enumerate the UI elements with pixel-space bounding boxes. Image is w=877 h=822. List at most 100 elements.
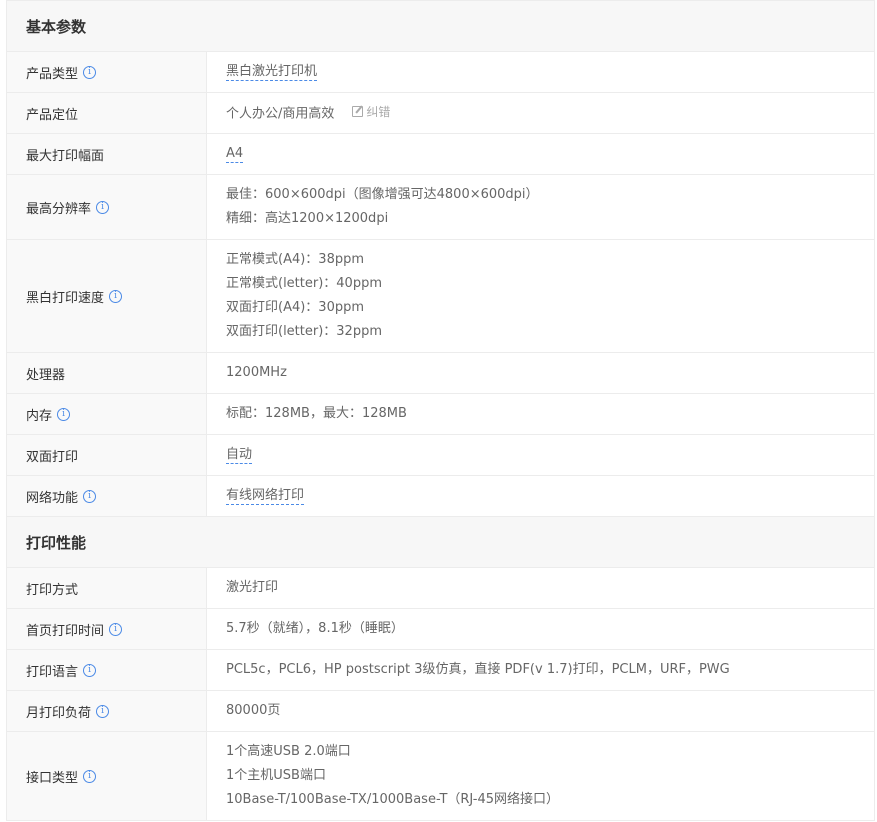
info-icon[interactable]: i — [96, 200, 110, 214]
spec-value-text: 最佳：600×600dpi（图像增强可达4800×600dpi） — [226, 187, 539, 202]
spec-value-line: 正常模式(letter)：40ppm — [226, 272, 855, 296]
info-icon[interactable]: i — [83, 663, 97, 677]
spec-value: 80000页 — [207, 691, 874, 731]
spec-label: 双面打印 — [7, 435, 207, 475]
spec-value-line: 自动 — [226, 443, 855, 467]
spec-value: 自动 — [207, 435, 874, 475]
spec-value-text: PCL5c，PCL6，HP postscript 3级仿真，直接 PDF(v 1… — [226, 662, 730, 677]
spec-value-link[interactable]: A4 — [226, 146, 244, 163]
spec-label-text: 内存 — [26, 408, 53, 424]
info-icon[interactable]: i — [109, 289, 123, 303]
spec-label: 接口类型 i — [7, 732, 207, 820]
spec-label-text: 月打印负荷 — [26, 705, 92, 721]
section-header: 基本参数 — [7, 1, 874, 52]
spec-value-text: 激光打印 — [226, 580, 279, 595]
spec-label-text: 最大打印幅面 — [26, 148, 105, 164]
spec-label: 打印语言 i — [7, 650, 207, 690]
spec-label: 产品定位 — [7, 93, 207, 133]
spec-value-line: 1200MHz — [226, 361, 855, 385]
spec-label: 首页打印时间 i — [7, 609, 207, 649]
spec-value-text: 个人办公/商用高效 — [226, 106, 335, 122]
spec-table: 基本参数 产品类型 i 黑白激光打印机 产品定位 个人办公/商用高效 纠错 最大打印幅面 A4 最… — [6, 0, 875, 821]
spec-value-line: 激光打印 — [226, 576, 855, 600]
spec-value-line: 1个主机USB端口 — [226, 764, 855, 788]
spec-row: 首页打印时间 i 5.7秒（就绪），8.1秒（睡眠） — [7, 609, 874, 650]
info-icon[interactable]: i — [83, 769, 97, 783]
spec-value-line: 80000页 — [226, 699, 855, 723]
spec-value: 标配：128MB，最大：128MB — [207, 394, 874, 434]
spec-row: 最大打印幅面 A4 — [7, 134, 874, 175]
correct-button[interactable]: 纠错 — [352, 100, 390, 124]
spec-value: 5.7秒（就绪），8.1秒（睡眠） — [207, 609, 874, 649]
spec-value-link[interactable]: 有线网络打印 — [226, 488, 305, 505]
spec-value-line: 10Base-T/100Base-TX/1000Base-T（RJ-45网络接口… — [226, 788, 855, 812]
spec-value-text: 1200MHz — [226, 365, 287, 380]
spec-label-text: 黑白打印速度 — [26, 290, 105, 306]
section-title: 基本参数 — [26, 17, 87, 36]
spec-value-line: 双面打印(letter)：32ppm — [226, 320, 855, 344]
info-icon[interactable]: i — [83, 65, 97, 79]
spec-value-line: 5.7秒（就绪），8.1秒（睡眠） — [226, 617, 855, 641]
spec-value-text: 1个主机USB端口 — [226, 768, 326, 783]
spec-value: 个人办公/商用高效 纠错 — [207, 93, 874, 133]
spec-row: 产品类型 i 黑白激光打印机 — [7, 52, 874, 93]
spec-label-text: 处理器 — [26, 367, 66, 383]
spec-value-text: 80000页 — [226, 703, 281, 718]
spec-row: 月打印负荷 i 80000页 — [7, 691, 874, 732]
spec-value-text: 1个高速USB 2.0端口 — [226, 744, 351, 759]
section-title: 打印性能 — [26, 533, 87, 552]
spec-value: 激光打印 — [207, 568, 874, 608]
info-icon[interactable]: i — [96, 704, 110, 718]
spec-value-line: 个人办公/商用高效 纠错 — [226, 100, 855, 127]
spec-label: 月打印负荷 i — [7, 691, 207, 731]
spec-row: 产品定位 个人办公/商用高效 纠错 — [7, 93, 874, 134]
spec-value-link[interactable]: 黑白激光打印机 — [226, 64, 318, 81]
spec-value-line: 有线网络打印 — [226, 484, 855, 508]
spec-label-text: 接口类型 — [26, 770, 79, 786]
spec-label: 产品类型 i — [7, 52, 207, 92]
spec-value-text: 精细：高达1200×1200dpi — [226, 211, 389, 226]
info-icon[interactable]: i — [109, 622, 123, 636]
spec-row: 最高分辨率 i 最佳：600×600dpi（图像增强可达4800×600dpi） 精细… — [7, 175, 874, 240]
spec-label-text: 打印方式 — [26, 582, 79, 598]
spec-value: 1200MHz — [207, 353, 874, 393]
spec-row: 接口类型 i 1个高速USB 2.0端口 1个主机USB端口 10Base-T/100B… — [7, 732, 874, 821]
spec-value-line: 黑白激光打印机 — [226, 60, 855, 84]
spec-value-line: 精细：高达1200×1200dpi — [226, 207, 855, 231]
spec-row: 内存 i 标配：128MB，最大：128MB — [7, 394, 874, 435]
spec-label-text: 产品类型 — [26, 66, 79, 82]
correct-label: 纠错 — [366, 104, 391, 119]
spec-value: PCL5c，PCL6，HP postscript 3级仿真，直接 PDF(v 1… — [207, 650, 874, 690]
info-icon[interactable]: i — [83, 489, 97, 503]
spec-value-line: 标配：128MB，最大：128MB — [226, 402, 855, 426]
spec-value-line: A4 — [226, 142, 855, 166]
spec-value-text: 双面打印(letter)：32ppm — [226, 324, 383, 339]
spec-value-link[interactable]: 自动 — [226, 447, 253, 464]
spec-value: 正常模式(A4)：38ppm 正常模式(letter)：40ppm 双面打印(A4)… — [207, 240, 874, 352]
spec-label: 内存 i — [7, 394, 207, 434]
spec-value-line: 正常模式(A4)：38ppm — [226, 248, 855, 272]
spec-value: 最佳：600×600dpi（图像增强可达4800×600dpi） 精细：高达120… — [207, 175, 874, 239]
spec-row: 双面打印 自动 — [7, 435, 874, 476]
spec-label: 处理器 — [7, 353, 207, 393]
spec-value-text: 5.7秒（就绪），8.1秒（睡眠） — [226, 621, 404, 636]
spec-row: 打印语言 i PCL5c，PCL6，HP postscript 3级仿真，直接 PD… — [7, 650, 874, 691]
spec-value: 有线网络打印 — [207, 476, 874, 516]
spec-label: 网络功能 i — [7, 476, 207, 516]
spec-row: 黑白打印速度 i 正常模式(A4)：38ppm 正常模式(letter)：40ppm 双… — [7, 240, 874, 353]
spec-label: 黑白打印速度 i — [7, 240, 207, 352]
section-header: 打印性能 — [7, 517, 874, 568]
info-icon[interactable]: i — [57, 407, 71, 421]
spec-label-text: 最高分辨率 — [26, 201, 92, 217]
edit-icon — [352, 106, 364, 118]
spec-value-text: 双面打印(A4)：30ppm — [226, 300, 365, 315]
spec-value: 黑白激光打印机 — [207, 52, 874, 92]
spec-row: 打印方式 激光打印 — [7, 568, 874, 609]
spec-value-text: 10Base-T/100Base-TX/1000Base-T（RJ-45网络接口… — [226, 792, 560, 807]
spec-label: 最大打印幅面 — [7, 134, 207, 174]
spec-value-line: 双面打印(A4)：30ppm — [226, 296, 855, 320]
spec-label: 打印方式 — [7, 568, 207, 608]
spec-label-text: 产品定位 — [26, 107, 79, 123]
spec-value-text: 标配：128MB，最大：128MB — [226, 406, 407, 421]
spec-label-text: 双面打印 — [26, 449, 79, 465]
